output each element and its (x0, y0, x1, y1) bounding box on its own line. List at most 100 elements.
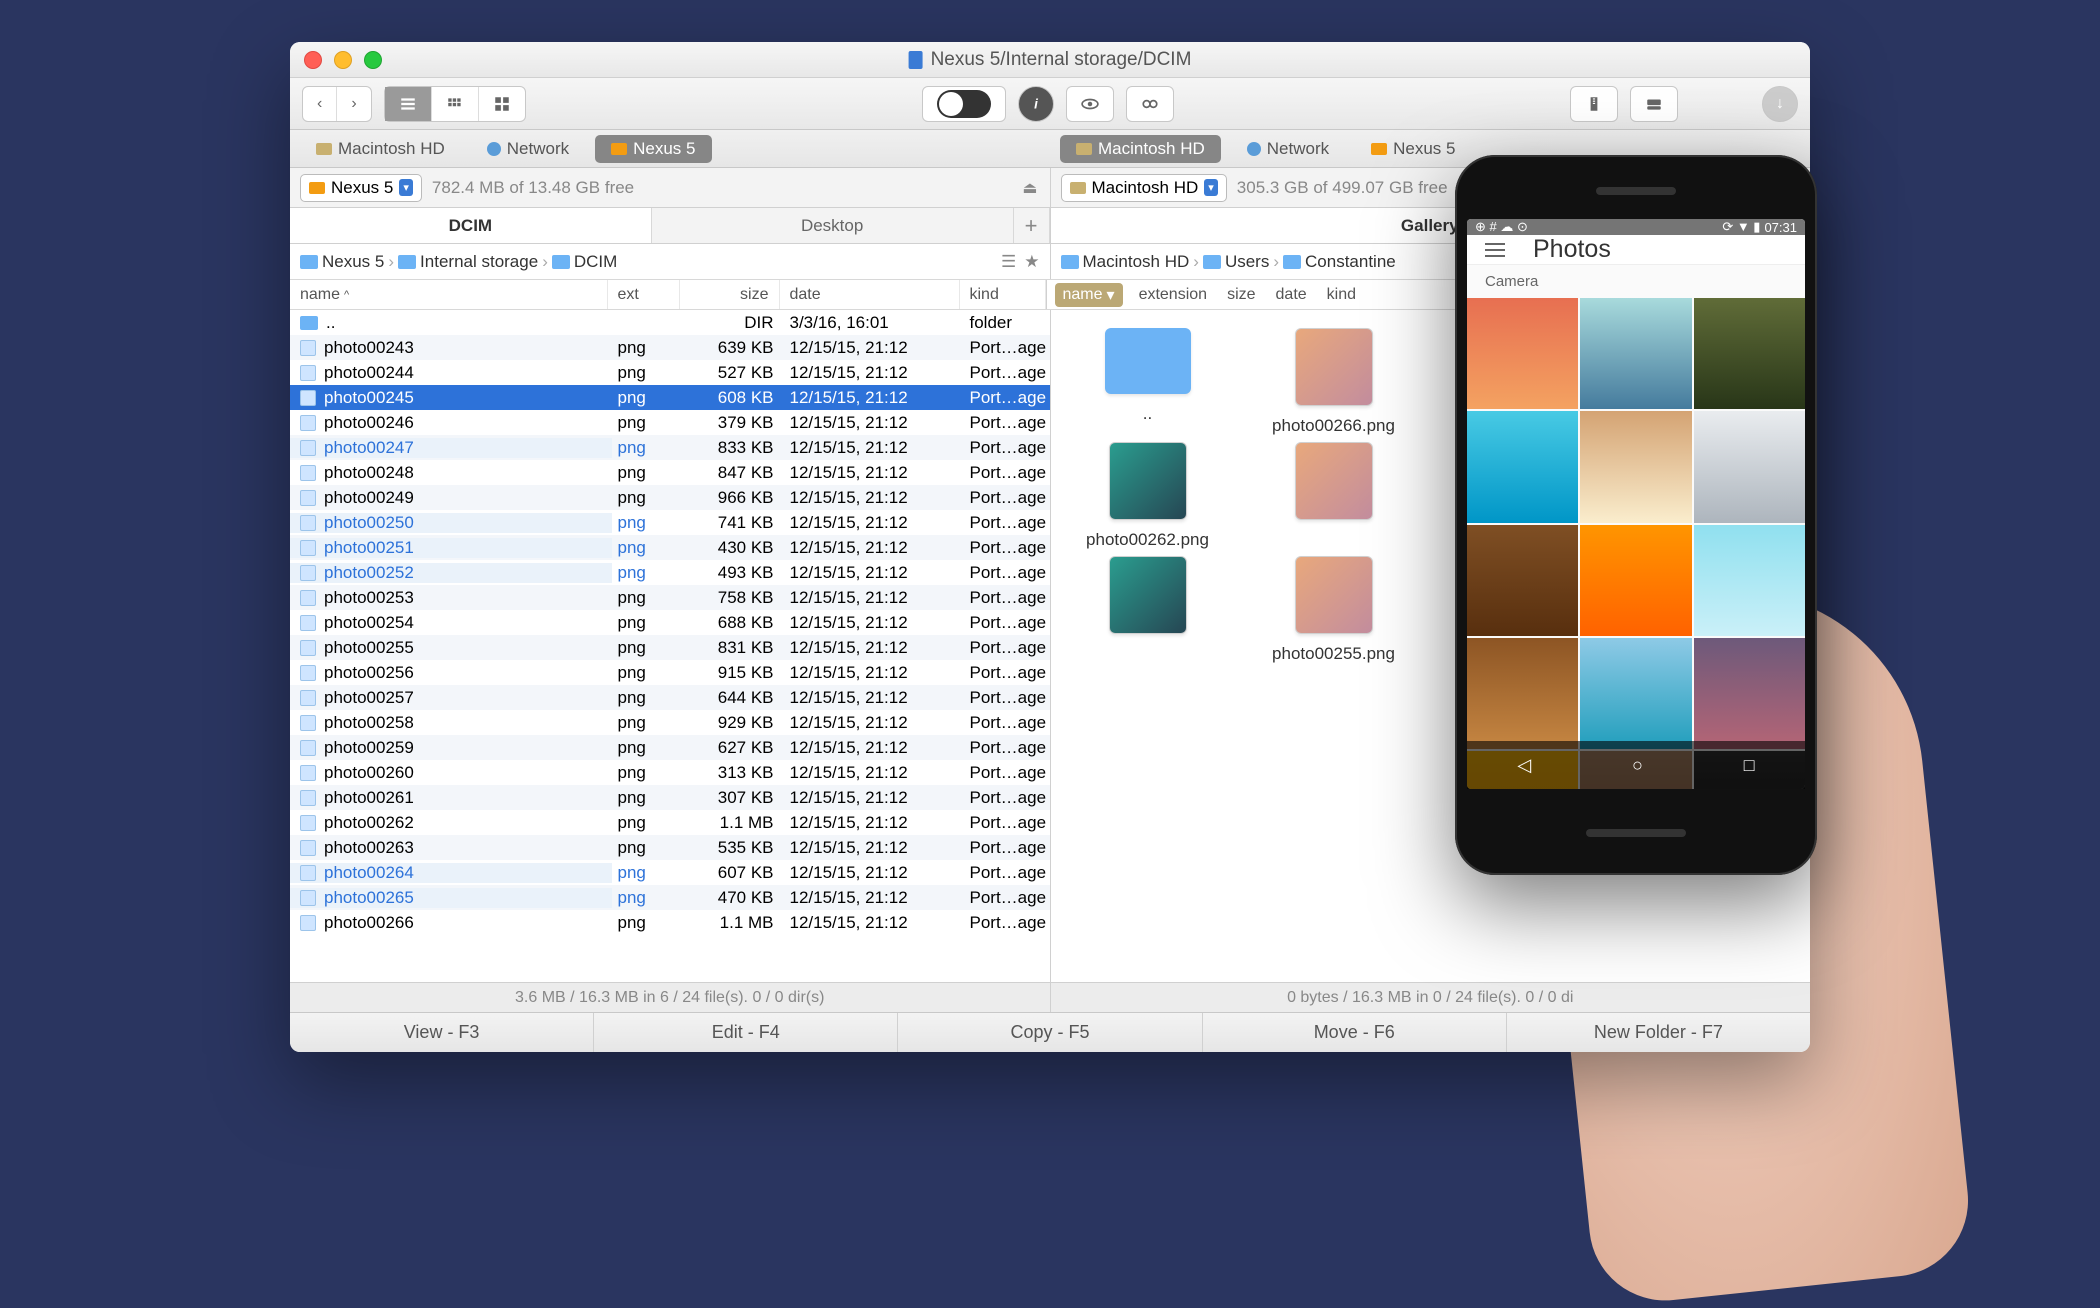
archive-button[interactable] (1570, 86, 1618, 122)
location-tab[interactable]: Nexus 5 (595, 135, 711, 163)
photo-thumb[interactable] (1467, 411, 1578, 522)
photo-thumb[interactable] (1694, 638, 1805, 749)
breadcrumb-segment[interactable]: DCIM (574, 252, 617, 272)
command-button[interactable]: Edit - F4 (594, 1013, 898, 1052)
file-row[interactable]: photo00258png929 KB12/15/15, 21:12Port…a… (290, 710, 1050, 735)
file-row[interactable]: photo00245png608 KB12/15/15, 21:12Port…a… (290, 385, 1050, 410)
download-button[interactable]: ↓ (1762, 86, 1798, 122)
col-kind[interactable]: kind (960, 280, 1046, 309)
file-row[interactable]: photo00255png831 KB12/15/15, 21:12Port…a… (290, 635, 1050, 660)
view-icons-button[interactable] (479, 87, 525, 121)
eject-left-button[interactable]: ⏏ (1022, 178, 1037, 198)
breadcrumb-segment[interactable]: Macintosh HD (1083, 252, 1190, 272)
file-row[interactable]: photo00263png535 KB12/15/15, 21:12Port…a… (290, 835, 1050, 860)
photo-thumb[interactable] (1580, 411, 1691, 522)
file-row[interactable]: photo00254png688 KB12/15/15, 21:12Port…a… (290, 610, 1050, 635)
file-row[interactable]: photo00251png430 KB12/15/15, 21:12Port…a… (290, 535, 1050, 560)
file-row[interactable]: photo00253png758 KB12/15/15, 21:12Port…a… (290, 585, 1050, 610)
file-row[interactable]: photo00246png379 KB12/15/15, 21:12Port…a… (290, 410, 1050, 435)
grid-item[interactable] (1245, 442, 1423, 550)
file-row[interactable]: photo00249png966 KB12/15/15, 21:12Port…a… (290, 485, 1050, 510)
command-button[interactable]: View - F3 (290, 1013, 594, 1052)
photo-thumb[interactable] (1580, 638, 1691, 749)
star-icon[interactable]: ★ (1024, 252, 1039, 272)
command-button[interactable]: Move - F6 (1203, 1013, 1507, 1052)
file-row[interactable]: ..DIR3/3/16, 16:01folder (290, 310, 1050, 335)
breadcrumb-left[interactable]: Nexus 5 › Internal storage › DCIM☰★ (290, 244, 1051, 279)
photo-thumb[interactable] (1467, 298, 1578, 409)
hamburger-icon[interactable] (1485, 243, 1505, 257)
file-row[interactable]: photo00257png644 KB12/15/15, 21:12Port…a… (290, 685, 1050, 710)
file-row[interactable]: photo00247png833 KB12/15/15, 21:12Port…a… (290, 435, 1050, 460)
nav-back-button[interactable]: ‹ (303, 87, 337, 121)
file-row[interactable]: photo00243png639 KB12/15/15, 21:12Port…a… (290, 335, 1050, 360)
file-row[interactable]: photo00250png741 KB12/15/15, 21:12Port…a… (290, 510, 1050, 535)
photo-thumb[interactable] (1694, 411, 1805, 522)
breadcrumb-segment[interactable]: Internal storage (420, 252, 538, 272)
folder-tab[interactable]: Desktop (652, 208, 1014, 243)
file-row[interactable]: photo00261png307 KB12/15/15, 21:12Port…a… (290, 785, 1050, 810)
command-button[interactable]: Copy - F5 (898, 1013, 1202, 1052)
connect-button[interactable] (1630, 86, 1678, 122)
nav-back-icon[interactable]: ◁ (1517, 755, 1531, 776)
breadcrumb-segment[interactable]: Nexus 5 (322, 252, 384, 272)
nav-home-icon[interactable]: ○ (1632, 755, 1643, 776)
grid-item[interactable]: photo00255.png (1245, 556, 1423, 664)
photo-thumb[interactable] (1580, 298, 1691, 409)
drive-select-left[interactable]: Nexus 5▾ (300, 174, 422, 202)
col-name[interactable]: name^ (290, 280, 608, 309)
photo-thumb[interactable] (1467, 638, 1578, 749)
view-columns-button[interactable] (432, 87, 479, 121)
file-list[interactable]: ..DIR3/3/16, 16:01folderphoto00243png639… (290, 310, 1050, 982)
col-kind-r[interactable]: kind (1317, 286, 1366, 304)
minimize-window-button[interactable] (334, 51, 352, 69)
close-window-button[interactable] (304, 51, 322, 69)
folder-icon (1203, 255, 1221, 269)
file-row[interactable]: photo00260png313 KB12/15/15, 21:12Port…a… (290, 760, 1050, 785)
col-date[interactable]: date (780, 280, 960, 309)
dark-mode-toggle[interactable] (922, 86, 1006, 122)
location-tab[interactable]: Network (1231, 135, 1345, 163)
list-toggle-icon[interactable]: ☰ (1001, 252, 1016, 272)
search-button[interactable] (1126, 86, 1174, 122)
grid-item[interactable] (1059, 556, 1237, 664)
folder-tab[interactable]: DCIM (290, 208, 652, 243)
col-size-r[interactable]: size (1217, 286, 1265, 304)
grid-item[interactable]: photo00262.png (1059, 442, 1237, 550)
col-size[interactable]: size (680, 280, 780, 309)
location-tab[interactable]: Macintosh HD (300, 135, 461, 163)
photo-thumb[interactable] (1467, 525, 1578, 636)
file-row[interactable]: photo00264png607 KB12/15/15, 21:12Port…a… (290, 860, 1050, 885)
file-row[interactable]: photo00266png1.1 MB12/15/15, 21:12Port…a… (290, 910, 1050, 935)
new-tab-button[interactable]: + (1014, 208, 1050, 243)
file-row[interactable]: photo00248png847 KB12/15/15, 21:12Port…a… (290, 460, 1050, 485)
zoom-window-button[interactable] (364, 51, 382, 69)
file-row[interactable]: photo00256png915 KB12/15/15, 21:12Port…a… (290, 660, 1050, 685)
drive-select-right[interactable]: Macintosh HD▾ (1061, 174, 1227, 202)
command-button[interactable]: New Folder - F7 (1507, 1013, 1810, 1052)
breadcrumb-segment[interactable]: Constantine (1305, 252, 1396, 272)
file-row[interactable]: photo00265png470 KB12/15/15, 21:12Port…a… (290, 885, 1050, 910)
photo-thumb[interactable] (1580, 525, 1691, 636)
preview-button[interactable] (1066, 86, 1114, 122)
grid-item[interactable]: .. (1059, 328, 1237, 436)
grid-item[interactable]: photo00266.png (1245, 328, 1423, 436)
photo-thumb[interactable] (1694, 525, 1805, 636)
col-date-r[interactable]: date (1266, 286, 1317, 304)
photo-thumb[interactable] (1694, 298, 1805, 409)
location-tab[interactable]: Network (471, 135, 585, 163)
sort-name-button[interactable]: name▾ (1055, 283, 1123, 307)
file-row[interactable]: photo00244png527 KB12/15/15, 21:12Port…a… (290, 360, 1050, 385)
breadcrumb-segment[interactable]: Users (1225, 252, 1269, 272)
nav-recent-icon[interactable]: □ (1744, 755, 1755, 776)
col-ext[interactable]: ext (608, 280, 680, 309)
nav-forward-button[interactable]: › (337, 87, 370, 121)
location-tab[interactable]: Macintosh HD (1060, 135, 1221, 163)
view-list-button[interactable] (385, 87, 432, 121)
file-row[interactable]: photo00262png1.1 MB12/15/15, 21:12Port…a… (290, 810, 1050, 835)
info-button[interactable]: i (1018, 86, 1054, 122)
file-row[interactable]: photo00252png493 KB12/15/15, 21:12Port…a… (290, 560, 1050, 585)
col-extension[interactable]: extension (1129, 286, 1218, 304)
phone-photo-grid[interactable] (1467, 298, 1805, 789)
file-row[interactable]: photo00259png627 KB12/15/15, 21:12Port…a… (290, 735, 1050, 760)
